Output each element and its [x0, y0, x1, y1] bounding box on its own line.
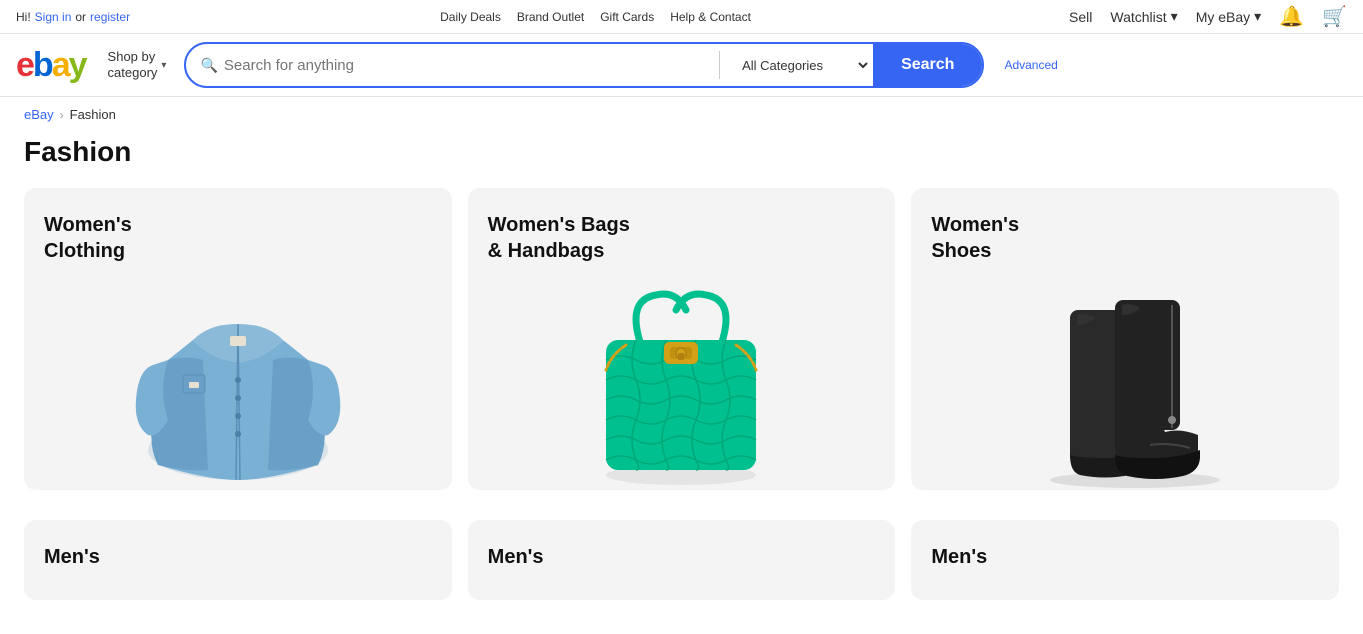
myebay-link[interactable]: My eBay ▾ [1196, 8, 1262, 25]
category-card-mens-1[interactable]: Men's [24, 520, 452, 600]
advanced-search-link[interactable]: Advanced [1004, 58, 1057, 72]
search-divider [719, 51, 720, 79]
breadcrumb-separator: › [60, 108, 64, 122]
search-input-wrapper: 🔍 [186, 47, 715, 84]
category-card-womens-bags[interactable]: Women's Bags& Handbags [468, 188, 896, 490]
womens-bags-image [488, 280, 876, 490]
page-title: Fashion [0, 132, 1363, 188]
logo-e: e [16, 48, 33, 82]
category-dropdown[interactable]: All Categories Fashion Electronics Motor… [724, 47, 871, 84]
boots-illustration [1015, 280, 1235, 490]
top-bar-right-actions: Sell Watchlist ▾ My eBay ▾ 🔔 🛒 [1069, 4, 1347, 29]
brand-outlet-link[interactable]: Brand Outlet [517, 10, 584, 24]
ebay-logo[interactable]: ebay [16, 48, 86, 82]
logo-b: b [33, 48, 52, 82]
search-magnifier-icon: 🔍 [200, 57, 217, 74]
search-input[interactable] [224, 47, 715, 84]
signin-link[interactable]: Sign in [35, 10, 72, 24]
category-card-womens-shoes[interactable]: Women'sShoes [911, 188, 1339, 490]
breadcrumb-home[interactable]: eBay [24, 107, 54, 122]
watchlist-chevron-icon: ▾ [1171, 8, 1178, 25]
mens-3-title: Men's [931, 544, 987, 570]
category-card-womens-clothing[interactable]: Women'sClothing [24, 188, 452, 490]
logo-a: a [52, 48, 69, 82]
mens-1-title: Men's [44, 544, 100, 570]
bag-illustration [571, 280, 791, 490]
watchlist-label: Watchlist [1110, 9, 1166, 25]
category-grid-top: Women'sClothing [0, 188, 1363, 520]
breadcrumb: eBay › Fashion [0, 97, 1363, 132]
gift-cards-link[interactable]: Gift Cards [600, 10, 654, 24]
category-card-mens-2[interactable]: Men's [468, 520, 896, 600]
womens-clothing-title: Women'sClothing [44, 212, 132, 264]
shop-by-category-chevron-icon: ▾ [161, 60, 166, 71]
or-text: or [75, 10, 86, 24]
category-grid-bottom: Men's Men's Men's [0, 520, 1363, 610]
watchlist-link[interactable]: Watchlist ▾ [1110, 8, 1177, 25]
greeting-text: Hi! [16, 10, 31, 24]
womens-clothing-image [44, 280, 432, 490]
breadcrumb-current: Fashion [70, 107, 116, 122]
myebay-chevron-icon: ▾ [1254, 8, 1261, 25]
womens-shoes-image [931, 280, 1319, 490]
top-bar: Hi! Sign in or register Daily Deals Bran… [0, 0, 1363, 34]
search-bar: 🔍 All Categories Fashion Electronics Mot… [184, 42, 984, 88]
shop-by-category-label: Shop bycategory [108, 49, 158, 80]
main-header: ebay Shop bycategory ▾ 🔍 All Categories … [0, 34, 1363, 97]
cart-icon[interactable]: 🛒 [1322, 4, 1347, 29]
daily-deals-link[interactable]: Daily Deals [440, 10, 501, 24]
help-contact-link[interactable]: Help & Contact [670, 10, 751, 24]
mens-2-title: Men's [488, 544, 544, 570]
notifications-bell-icon[interactable]: 🔔 [1279, 4, 1304, 29]
womens-bags-title: Women's Bags& Handbags [488, 212, 630, 264]
search-button[interactable]: Search [873, 44, 982, 86]
sell-link[interactable]: Sell [1069, 9, 1092, 25]
register-link[interactable]: register [90, 10, 130, 24]
myebay-label: My eBay [1196, 9, 1250, 25]
top-bar-links: Daily Deals Brand Outlet Gift Cards Help… [440, 10, 751, 24]
womens-shoes-title: Women'sShoes [931, 212, 1019, 264]
top-bar-greeting: Hi! Sign in or register [16, 10, 130, 24]
shop-by-category-button[interactable]: Shop bycategory ▾ [102, 45, 173, 84]
jacket-illustration [128, 280, 348, 490]
logo-y: y [69, 48, 86, 82]
category-card-mens-3[interactable]: Men's [911, 520, 1339, 600]
